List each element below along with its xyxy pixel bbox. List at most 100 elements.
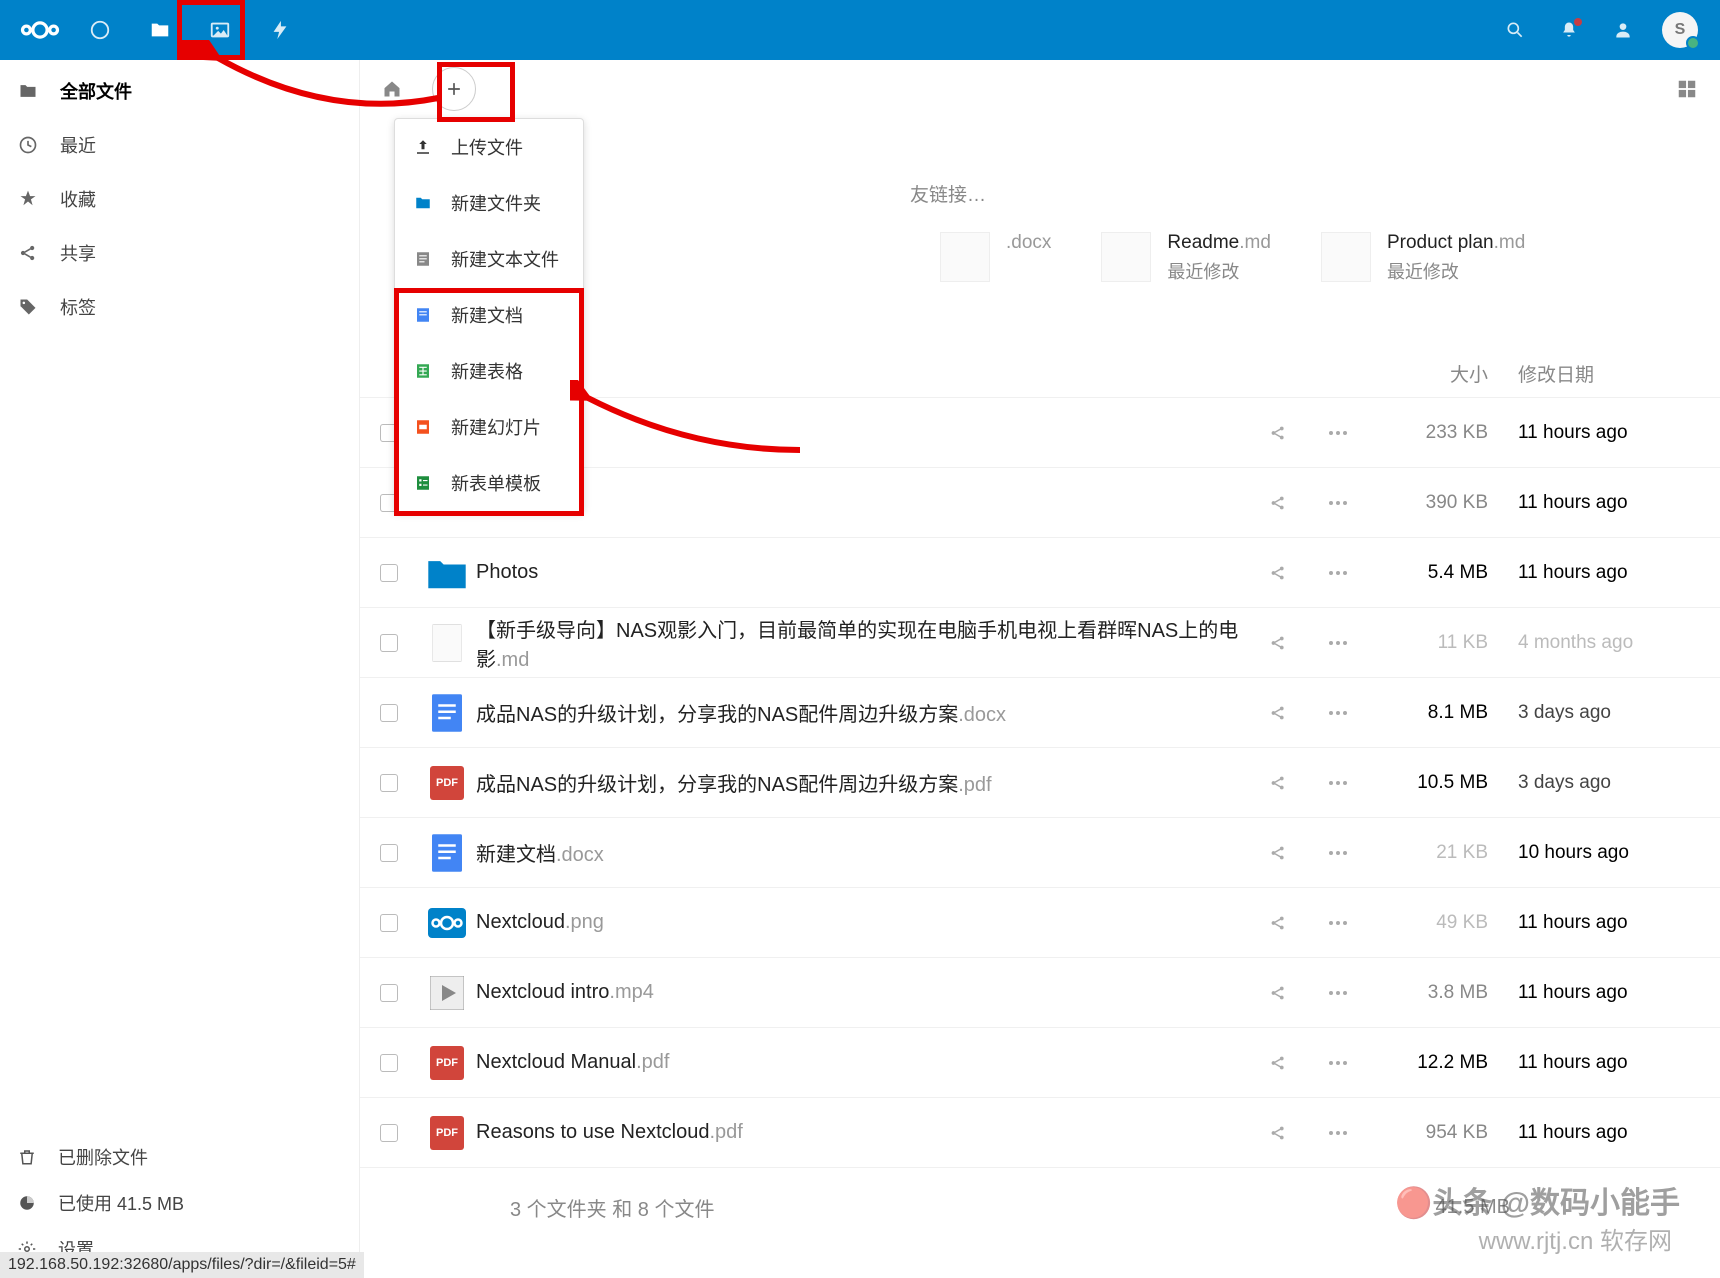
view-toggle-icon[interactable]: [1676, 78, 1698, 105]
file-name[interactable]: Reasons to use Nextcloud.pdf: [476, 1121, 1248, 1144]
files-app-icon[interactable]: [130, 0, 190, 60]
sidebar-item-label: 全部文件: [60, 78, 132, 104]
sidebar-deleted-button[interactable]: 已删除文件: [0, 1134, 359, 1180]
file-name[interactable]: Photos: [476, 561, 1248, 584]
more-icon[interactable]: [1308, 850, 1368, 856]
file-row[interactable]: PDFReasons to use Nextcloud.pdf954 KB11 …: [360, 1097, 1720, 1167]
file-size: 10.5 MB: [1368, 772, 1518, 794]
file-row[interactable]: Nextcloud intro.mp43.8 MB11 hours ago: [360, 957, 1720, 1027]
file-size: 390 KB: [1368, 492, 1518, 514]
more-icon[interactable]: [1308, 430, 1368, 436]
more-icon[interactable]: [1308, 1060, 1368, 1066]
sidebar-item-tags[interactable]: 标签: [0, 280, 359, 334]
sidebar-item-label: 共享: [60, 240, 96, 266]
row-checkbox[interactable]: [360, 914, 418, 932]
file-name[interactable]: Nextcloud intro.mp4: [476, 981, 1248, 1004]
sidebar-item-favorites[interactable]: 收藏: [0, 172, 359, 226]
header-date[interactable]: 修改日期: [1518, 360, 1698, 387]
more-icon[interactable]: [1308, 640, 1368, 646]
file-size: 21 KB: [1368, 842, 1518, 864]
header-size[interactable]: 大小: [1368, 360, 1518, 387]
file-name[interactable]: 【新手级导向】NAS观影入门，目前最简单的实现在电脑手机电视上看群晖NAS上的电…: [476, 614, 1248, 672]
sidebar-item-shares[interactable]: 共享: [0, 226, 359, 280]
row-checkbox[interactable]: [360, 774, 418, 792]
contacts-icon[interactable]: [1596, 0, 1650, 60]
menu-new-doc[interactable]: 新建文档: [395, 287, 583, 343]
user-avatar[interactable]: S: [1662, 12, 1698, 48]
menu-new-slide[interactable]: 新建幻灯片: [395, 399, 583, 455]
sidebar-item-all-files[interactable]: 全部文件: [0, 64, 359, 118]
file-row[interactable]: Photos5.4 MB11 hours ago: [360, 537, 1720, 607]
row-checkbox[interactable]: [360, 1124, 418, 1142]
share-icon[interactable]: [1248, 1124, 1308, 1142]
file-size: 11 KB: [1368, 632, 1518, 654]
share-icon[interactable]: [1248, 494, 1308, 512]
file-date: 4 months ago: [1518, 632, 1698, 654]
file-row[interactable]: PDFNextcloud Manual.pdf12.2 MB11 hours a…: [360, 1027, 1720, 1097]
share-icon[interactable]: [1248, 634, 1308, 652]
file-type-icon: [418, 908, 476, 938]
share-icon[interactable]: [1248, 774, 1308, 792]
file-type-icon: [418, 976, 476, 1010]
notifications-icon[interactable]: [1542, 0, 1596, 60]
file-date: 11 hours ago: [1518, 422, 1698, 444]
more-icon[interactable]: [1308, 990, 1368, 996]
row-checkbox[interactable]: [360, 564, 418, 582]
share-icon[interactable]: [1248, 1054, 1308, 1072]
search-icon[interactable]: [1488, 0, 1542, 60]
status-online-icon: [1686, 36, 1700, 50]
dashboard-app-icon[interactable]: [70, 0, 130, 60]
file-row[interactable]: PDF成品NAS的升级计划，分享我的NAS配件周边升级方案.pdf10.5 MB…: [360, 747, 1720, 817]
row-checkbox[interactable]: [360, 704, 418, 722]
reco-card[interactable]: Product plan.md最近修改: [1321, 232, 1525, 284]
file-name[interactable]: Nextcloud.png: [476, 911, 1248, 934]
file-name[interactable]: 成品NAS的升级计划，分享我的NAS配件周边升级方案.docx: [476, 698, 1248, 727]
file-date: 10 hours ago: [1518, 842, 1698, 864]
file-name[interactable]: 新建文档.docx: [476, 838, 1248, 867]
file-row[interactable]: 成品NAS的升级计划，分享我的NAS配件周边升级方案.docx8.1 MB3 d…: [360, 677, 1720, 747]
more-icon[interactable]: [1308, 570, 1368, 576]
new-button[interactable]: [432, 67, 476, 111]
row-checkbox[interactable]: [360, 844, 418, 862]
more-icon[interactable]: [1308, 1130, 1368, 1136]
menu-new-text[interactable]: 新建文本文件: [395, 231, 583, 287]
photos-app-icon[interactable]: [190, 0, 250, 60]
file-size: 49 KB: [1368, 912, 1518, 934]
sidebar-item-recent[interactable]: 最近: [0, 118, 359, 172]
more-icon[interactable]: [1308, 920, 1368, 926]
file-thumb: [940, 232, 990, 282]
row-checkbox[interactable]: [360, 1054, 418, 1072]
more-icon[interactable]: [1308, 500, 1368, 506]
file-name[interactable]: Nextcloud Manual.pdf: [476, 1051, 1248, 1074]
share-icon[interactable]: [1248, 424, 1308, 442]
share-icon[interactable]: [1248, 984, 1308, 1002]
nextcloud-logo[interactable]: [10, 0, 70, 60]
menu-upload[interactable]: 上传文件: [395, 119, 583, 175]
activity-app-icon[interactable]: [250, 0, 310, 60]
share-icon[interactable]: [1248, 564, 1308, 582]
reco-card[interactable]: .docx: [940, 232, 1051, 284]
file-thumb: [1321, 232, 1371, 282]
menu-new-sheet[interactable]: 新建表格: [395, 343, 583, 399]
file-row[interactable]: 【新手级导向】NAS观影入门，目前最简单的实现在电脑手机电视上看群晖NAS上的电…: [360, 607, 1720, 677]
reco-card[interactable]: Readme.md最近修改: [1101, 232, 1271, 284]
sidebar: 全部文件 最近 收藏 共享 标签 已删除文件 已使用 41.5 MB 设置: [0, 60, 360, 1278]
menu-new-form[interactable]: 新表单模板: [395, 455, 583, 511]
menu-new-folder[interactable]: 新建文件夹: [395, 175, 583, 231]
more-icon[interactable]: [1308, 710, 1368, 716]
spreadsheet-icon: [413, 361, 433, 381]
share-icon[interactable]: [1248, 914, 1308, 932]
watermark: www.rjtj.cn 软存网: [1479, 1221, 1672, 1256]
share-icon[interactable]: [1248, 844, 1308, 862]
more-icon[interactable]: [1308, 780, 1368, 786]
home-icon[interactable]: [380, 77, 404, 101]
file-size: 233 KB: [1368, 422, 1518, 444]
file-row[interactable]: 新建文档.docx 21 KB10 hours ago: [360, 817, 1720, 887]
file-name[interactable]: ts: [476, 491, 1248, 514]
row-checkbox[interactable]: [360, 634, 418, 652]
row-checkbox[interactable]: [360, 984, 418, 1002]
file-row[interactable]: Nextcloud.png49 KB11 hours ago: [360, 887, 1720, 957]
share-icon[interactable]: [1248, 704, 1308, 722]
file-name[interactable]: 成品NAS的升级计划，分享我的NAS配件周边升级方案.pdf: [476, 768, 1248, 797]
file-date: 3 days ago: [1518, 702, 1698, 724]
